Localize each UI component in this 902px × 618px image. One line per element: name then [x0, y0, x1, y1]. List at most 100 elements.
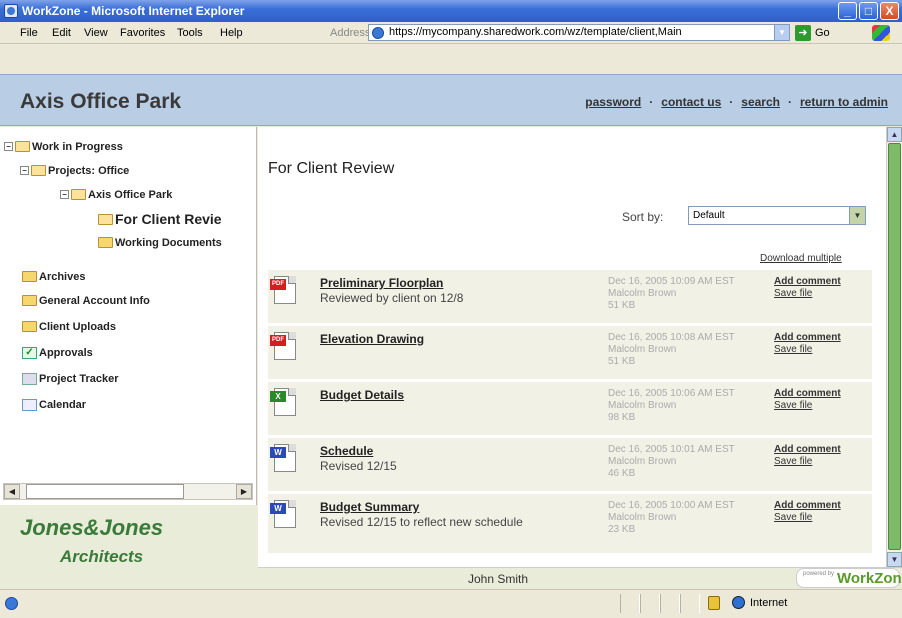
pdf-file-icon[interactable]: PDF [270, 276, 296, 304]
add-comment-link[interactable]: Add comment [774, 500, 841, 512]
scroll-right-icon[interactable]: ▶ [236, 484, 252, 499]
tree-item-archives[interactable]: Archives [22, 269, 85, 285]
tree-item-working-documents[interactable]: Working Documents [98, 235, 222, 251]
tree-item-approvals[interactable]: ✓ Approvals [22, 345, 93, 361]
maximize-button[interactable]: □ [859, 2, 878, 20]
powered-by-workzone-logo[interactable]: powered by WorkZone [796, 568, 902, 588]
tree-item-label: Approvals [39, 347, 93, 359]
excel-file-icon[interactable]: X [270, 388, 296, 416]
search-link[interactable]: search [741, 95, 780, 109]
chevron-down-icon[interactable]: ▼ [849, 207, 865, 224]
checkmark-icon: ✓ [22, 347, 37, 360]
scrollbar-thumb[interactable] [888, 143, 901, 550]
tree-item-general-account-info[interactable]: General Account Info [22, 293, 150, 309]
collapse-icon[interactable]: − [20, 165, 29, 175]
file-date: Dec 16, 2005 10:01 AM EST [608, 444, 735, 455]
tree-item-project-tracker[interactable]: Project Tracker [22, 371, 119, 387]
file-author: Malcolm Brown [608, 512, 677, 523]
tree-item-axis-office-park[interactable]: − Axis Office Park [60, 187, 172, 203]
file-actions: Add comment Save file [774, 444, 841, 468]
add-comment-link[interactable]: Add comment [774, 388, 841, 400]
go-arrow-icon[interactable]: ➜ [795, 25, 811, 41]
file-actions: Add comment Save file [774, 388, 841, 412]
tree-item-label: Archives [39, 271, 86, 283]
menu-favorites[interactable]: Favorites [120, 27, 165, 39]
scroll-up-icon[interactable]: ▲ [887, 127, 902, 142]
save-file-link[interactable]: Save file [774, 456, 841, 468]
file-size: 46 KB [608, 468, 636, 479]
tree-item-label: Client Uploads [39, 321, 117, 333]
download-multiple-link[interactable]: Download multiple [760, 253, 866, 264]
tree-item-calendar[interactable]: Calendar [22, 397, 86, 413]
collapse-icon[interactable]: − [60, 189, 69, 199]
file-name-link[interactable]: Budget Summary [320, 500, 419, 514]
file-name-link[interactable]: Schedule [320, 444, 373, 458]
file-name-link[interactable]: Elevation Drawing [320, 332, 424, 346]
file-author: Malcolm Brown [608, 456, 677, 467]
collapse-icon[interactable]: − [4, 141, 13, 151]
folder-icon [98, 236, 113, 248]
tree-item-label: Projects: Office [48, 165, 130, 177]
add-comment-link[interactable]: Add comment [774, 332, 841, 344]
file-size: 23 KB [608, 524, 636, 535]
link-separator: · [729, 95, 734, 109]
menu-tools[interactable]: Tools [177, 27, 203, 39]
word-file-icon[interactable]: W [270, 500, 296, 528]
save-file-link[interactable]: Save file [774, 288, 841, 300]
tracker-icon [22, 373, 37, 386]
file-type-tag: PDF [270, 279, 286, 290]
tree-item-label: Working Documents [115, 237, 222, 249]
save-file-link[interactable]: Save file [774, 400, 841, 412]
folder-tree: − Work in Progress − Projects: Office − Axi… [0, 127, 256, 472]
contact-us-link[interactable]: contact us [661, 95, 721, 109]
tree-item-for-client-review[interactable]: For Client Revie [98, 211, 222, 227]
menu-help[interactable]: Help [220, 27, 243, 39]
folder-open-icon [98, 213, 113, 225]
file-name-link[interactable]: Budget Details [320, 388, 404, 402]
site-header: Axis Office Park password · contact us · sea… [0, 74, 902, 126]
address-bar[interactable]: https://mycompany.sharedwork.com/wz/temp… [368, 24, 790, 41]
tree-item-work-in-progress[interactable]: − Work in Progress [4, 139, 123, 155]
tree-item-client-uploads[interactable]: Client Uploads [22, 319, 116, 335]
ie-app-icon [4, 4, 18, 18]
calendar-icon [22, 399, 37, 412]
main-vertical-scrollbar[interactable]: ▲ ▼ [886, 127, 902, 567]
chevron-down-icon[interactable]: ▼ [774, 25, 789, 40]
sort-select[interactable]: Default ▼ [688, 206, 866, 225]
minimize-button[interactable]: _ [838, 2, 857, 20]
tree-item-projects-office[interactable]: − Projects: Office [20, 163, 129, 179]
save-file-link[interactable]: Save file [774, 512, 841, 524]
page-footer: John Smith powered by WorkZone [258, 567, 902, 589]
tree-item-label: Project Tracker [39, 373, 119, 385]
add-comment-link[interactable]: Add comment [774, 444, 841, 456]
status-cell [620, 594, 640, 613]
menu-bar: File Edit View Favorites Tools Help Addr… [0, 22, 902, 44]
scroll-left-icon[interactable]: ◀ [4, 484, 20, 499]
file-meta: Dec 16, 2005 10:08 AM EST Malcolm Brown … [608, 332, 735, 368]
return-to-admin-link[interactable]: return to admin [800, 95, 888, 109]
word-file-icon[interactable]: W [270, 444, 296, 472]
folder-open-icon [71, 188, 86, 200]
add-comment-link[interactable]: Add comment [774, 276, 841, 288]
file-size: 51 KB [608, 356, 636, 367]
client-logo-subtitle: Architects [60, 547, 144, 566]
sort-value: Default [693, 210, 725, 221]
lock-icon[interactable] [708, 596, 720, 610]
window-title-bar: WorkZone - Microsoft Internet Explorer _… [0, 0, 902, 22]
save-file-link[interactable]: Save file [774, 344, 841, 356]
scrollbar-thumb[interactable] [26, 484, 184, 499]
password-link[interactable]: password [585, 95, 641, 109]
file-name-link[interactable]: Preliminary Floorplan [320, 276, 443, 290]
file-description: Revised 12/15 [320, 459, 397, 473]
pdf-file-icon[interactable]: PDF [270, 332, 296, 360]
file-meta: Dec 16, 2005 10:00 AM EST Malcolm Brown … [608, 500, 735, 536]
go-button[interactable]: Go [815, 27, 830, 39]
menu-edit[interactable]: Edit [52, 27, 71, 39]
sidebar-footer [0, 567, 258, 589]
sidebar-horizontal-scrollbar[interactable]: ◀ ▶ [3, 483, 253, 500]
scroll-down-icon[interactable]: ▼ [887, 552, 902, 567]
close-button[interactable]: X [880, 2, 899, 20]
file-author: Malcolm Brown [608, 288, 677, 299]
menu-file[interactable]: File [20, 27, 38, 39]
menu-view[interactable]: View [84, 27, 108, 39]
